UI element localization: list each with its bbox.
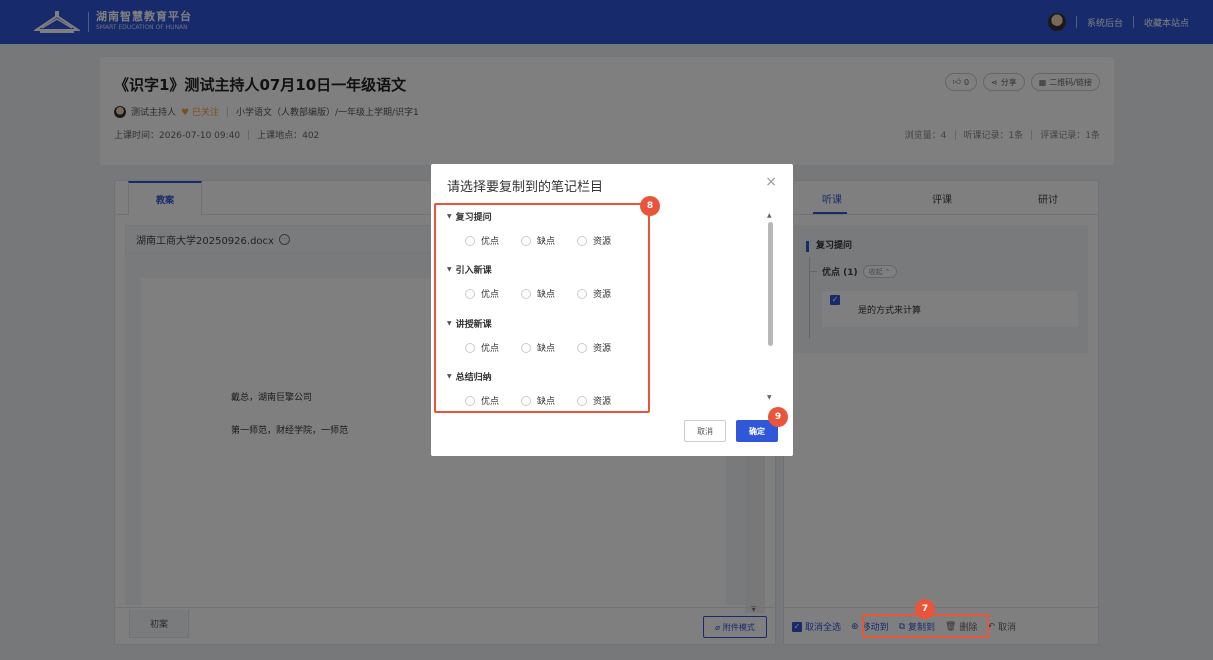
scroll-thumb[interactable] (768, 222, 773, 346)
step-badge-8: 8 (640, 196, 660, 216)
step-highlight-categories (434, 203, 650, 413)
step-badge-9: 9 (768, 407, 788, 427)
dialog-scrollbar[interactable]: ▲ ▼ (766, 212, 774, 402)
step-badge-7: 7 (915, 599, 935, 619)
dialog-title: 请选择要复制到的笔记栏目 (447, 180, 604, 195)
cancel-button[interactable]: 取消 (684, 420, 726, 442)
close-icon[interactable]: × (765, 174, 777, 190)
scroll-up-icon[interactable]: ▲ (767, 212, 772, 219)
scroll-down-icon[interactable]: ▼ (767, 394, 772, 401)
